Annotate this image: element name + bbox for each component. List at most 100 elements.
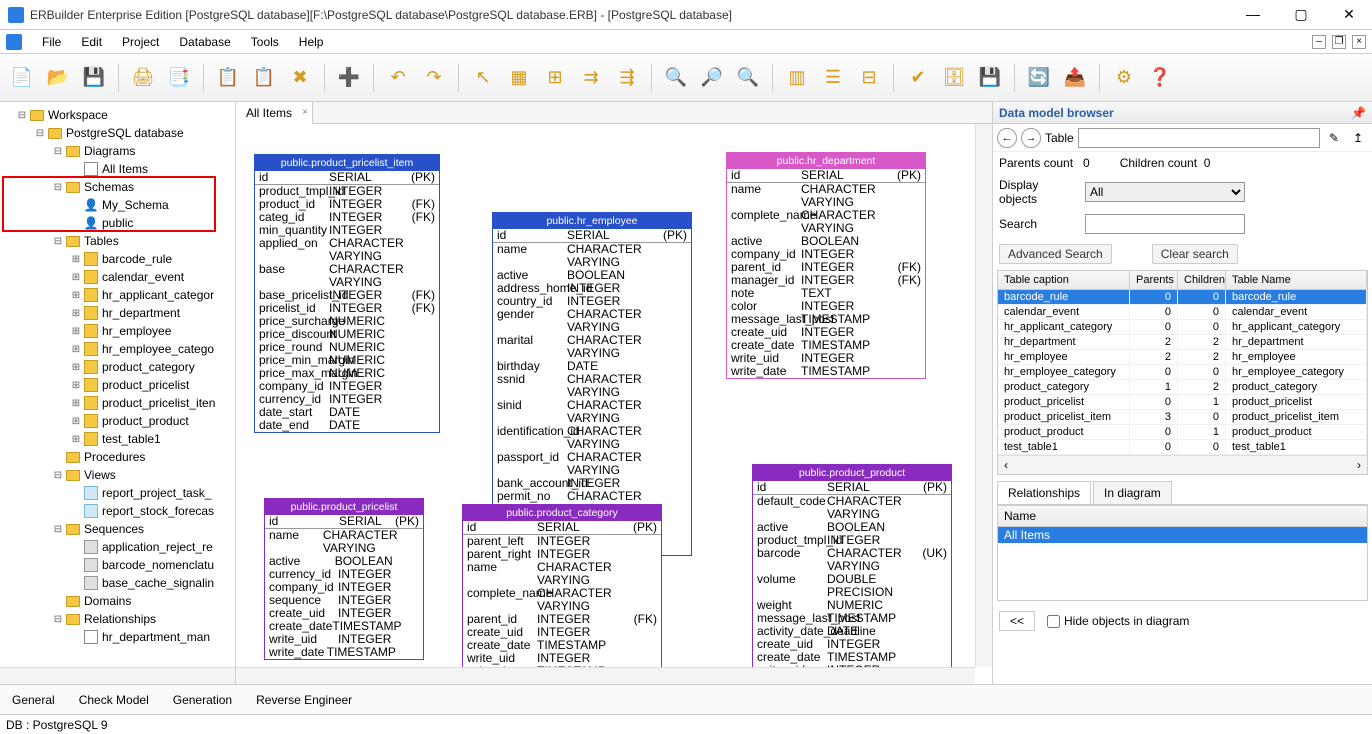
tab-all-items[interactable]: All Items × xyxy=(236,102,313,124)
table-button[interactable]: ▦ xyxy=(503,62,535,94)
relation-button[interactable]: ⇉ xyxy=(575,62,607,94)
pointer-button[interactable]: ↖ xyxy=(467,62,499,94)
delete-button[interactable]: ✖ xyxy=(284,62,316,94)
grid-header[interactable]: Table caption xyxy=(998,271,1130,289)
check-button[interactable]: ✔ xyxy=(902,62,934,94)
settings-button[interactable]: ⚙ xyxy=(1108,62,1140,94)
menu-project[interactable]: Project xyxy=(112,33,169,51)
copy-button[interactable]: 📋 xyxy=(212,62,244,94)
expand-icon[interactable]: ⊟ xyxy=(50,182,66,193)
status-tab-check-model[interactable]: Check Model xyxy=(77,689,151,711)
help-button[interactable]: ❓ xyxy=(1144,62,1176,94)
tree-rel-hr_department_man[interactable]: hr_department_man xyxy=(2,628,233,646)
new-button[interactable]: 📄 xyxy=(6,62,38,94)
mdi-restore[interactable]: ❐ xyxy=(1332,35,1346,49)
db-sync-button[interactable]: 🔄 xyxy=(1023,62,1055,94)
pin-icon[interactable]: 📌 xyxy=(1351,106,1366,120)
expand-icon[interactable]: ⊟ xyxy=(32,128,48,139)
tree-table-product_category[interactable]: ⊞product_category xyxy=(2,358,233,376)
zoom-out-button[interactable]: 🔎 xyxy=(696,62,728,94)
minimize-button[interactable]: — xyxy=(1238,6,1268,23)
advanced-search-button[interactable]: Advanced Search xyxy=(999,244,1112,264)
panel1-button[interactable]: ▥ xyxy=(781,62,813,94)
save-button[interactable]: 💾 xyxy=(78,62,110,94)
tree-table-calendar_event[interactable]: ⊞calendar_event xyxy=(2,268,233,286)
paste-button[interactable]: 📋 xyxy=(248,62,280,94)
goto-icon[interactable]: ↥ xyxy=(1348,128,1368,148)
status-tab-general[interactable]: General xyxy=(10,689,57,711)
expand-icon[interactable]: ⊞ xyxy=(68,344,84,355)
tree-schemas[interactable]: ⊟Schemas xyxy=(2,178,233,196)
grid-row[interactable]: product_pricelist_item30product_pricelis… xyxy=(998,410,1367,425)
expand-icon[interactable]: ⊞ xyxy=(68,308,84,319)
tree-domains[interactable]: Domains xyxy=(2,592,233,610)
tree-seq-barcode_nomenclatu[interactable]: barcode_nomenclatu xyxy=(2,556,233,574)
tab-close-icon[interactable]: × xyxy=(302,107,308,118)
hide-objects-input[interactable] xyxy=(1047,615,1060,628)
grid-hscroll[interactable]: ‹› xyxy=(998,455,1367,474)
expand-icon[interactable]: ⊞ xyxy=(68,398,84,409)
tree-table-hr_employee_catego[interactable]: ⊞hr_employee_catego xyxy=(2,340,233,358)
entity-product_category[interactable]: public.product_categoryidSERIAL(PK)paren… xyxy=(462,504,662,684)
tables-button[interactable]: ⊞ xyxy=(539,62,571,94)
maximize-button[interactable]: ▢ xyxy=(1286,6,1316,23)
menu-tools[interactable]: Tools xyxy=(241,33,289,51)
zoom-in-button[interactable]: 🔍 xyxy=(660,62,692,94)
mdi-minimize[interactable]: – xyxy=(1312,35,1326,49)
grid-header[interactable]: Children xyxy=(1178,271,1226,289)
expand-icon[interactable]: ⊟ xyxy=(50,470,66,481)
nav-forward-button[interactable]: → xyxy=(1021,128,1041,148)
expand-icon[interactable]: ⊞ xyxy=(68,254,84,265)
undo-button[interactable]: ↶ xyxy=(382,62,414,94)
canvas-vscroll[interactable] xyxy=(975,124,992,667)
tree-all-items[interactable]: All Items xyxy=(2,160,233,178)
tree-schema-My_Schema[interactable]: 👤My_Schema xyxy=(2,196,233,214)
grid-row[interactable]: hr_employee22hr_employee xyxy=(998,350,1367,365)
grid-row[interactable]: barcode_rule00barcode_rule xyxy=(998,290,1367,305)
subtab-relationships[interactable]: Relationships xyxy=(997,481,1091,504)
menu-edit[interactable]: Edit xyxy=(71,33,112,51)
add-button[interactable]: ➕ xyxy=(333,62,365,94)
open-button[interactable]: 📂 xyxy=(42,62,74,94)
entity-pricelist_item[interactable]: public.product_pricelist_itemidSERIAL(PK… xyxy=(254,154,440,433)
expand-icon[interactable]: ⊟ xyxy=(14,110,30,121)
expand-icon[interactable]: ⊟ xyxy=(50,614,66,625)
edit-icon[interactable]: ✎ xyxy=(1324,128,1344,148)
tree-view-report_stock_forecas[interactable]: report_stock_forecas xyxy=(2,502,233,520)
tree-table-product_product[interactable]: ⊞product_product xyxy=(2,412,233,430)
tree-seq-application_reject_re[interactable]: application_reject_re xyxy=(2,538,233,556)
redo-button[interactable]: ↷ xyxy=(418,62,450,94)
tree-table-product_pricelist_iten[interactable]: ⊞product_pricelist_iten xyxy=(2,394,233,412)
zoom-fit-button[interactable]: 🔍 xyxy=(732,62,764,94)
menu-help[interactable]: Help xyxy=(289,33,334,51)
grid-row[interactable]: product_product01product_product xyxy=(998,425,1367,440)
expand-icon[interactable]: ⊟ xyxy=(50,524,66,535)
grid-row[interactable]: calendar_event00calendar_event xyxy=(998,305,1367,320)
grid-row[interactable]: product_category12product_category xyxy=(998,380,1367,395)
clear-search-button[interactable]: Clear search xyxy=(1152,244,1238,264)
close-button[interactable]: ✕ xyxy=(1334,6,1364,23)
expand-icon[interactable]: ⊞ xyxy=(68,290,84,301)
tree-views[interactable]: ⊟Views xyxy=(2,466,233,484)
status-tab-generation[interactable]: Generation xyxy=(171,689,234,711)
grid-header[interactable]: Table Name xyxy=(1226,271,1367,289)
expand-icon[interactable]: ⊞ xyxy=(68,434,84,445)
panel2-button[interactable]: ☰ xyxy=(817,62,849,94)
nav-back-button[interactable]: ← xyxy=(997,128,1017,148)
relation2-button[interactable]: ⇶ xyxy=(611,62,643,94)
tree-workspace[interactable]: ⊟Workspace xyxy=(2,106,233,124)
tree-table-product_pricelist[interactable]: ⊞product_pricelist xyxy=(2,376,233,394)
expand-icon[interactable]: ⊞ xyxy=(68,326,84,337)
menu-database[interactable]: Database xyxy=(169,33,240,51)
search-input[interactable] xyxy=(1085,214,1245,234)
tree-relationships[interactable]: ⊟Relationships xyxy=(2,610,233,628)
grid-header[interactable]: Parents xyxy=(1130,271,1178,289)
menu-file[interactable]: File xyxy=(32,33,71,51)
prev-button[interactable]: << xyxy=(999,611,1035,631)
grid-row[interactable]: hr_employee_category00hr_employee_catego… xyxy=(998,365,1367,380)
grid-row[interactable]: test_table100test_table1 xyxy=(998,440,1367,455)
er-canvas[interactable]: public.product_pricelist_itemidSERIAL(PK… xyxy=(236,124,992,684)
tree-seq-base_cache_signalin[interactable]: base_cache_signalin xyxy=(2,574,233,592)
relationships-list[interactable]: Name All Items xyxy=(997,505,1368,601)
tree-sequences[interactable]: ⊟Sequences xyxy=(2,520,233,538)
